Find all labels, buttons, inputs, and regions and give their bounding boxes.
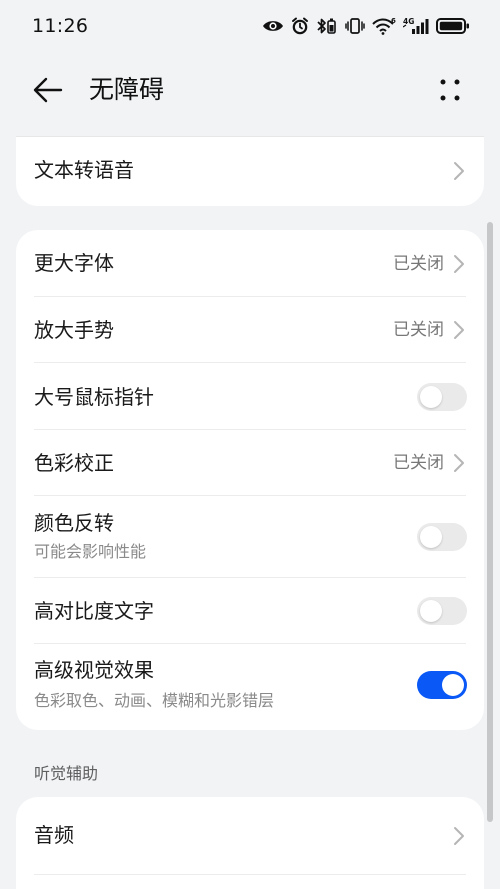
status-icons: 6 4G [262,17,470,35]
chevron-right-icon [454,827,464,845]
toggle-knob [420,600,442,622]
divider [34,874,466,875]
item-label: 更大字体 [34,251,114,275]
alarm-icon [291,17,309,35]
settings-item-high-contrast-text: 高对比度文字 [16,578,484,644]
item-subtitle: 色彩取色、动画、模糊和光影错层 [34,691,275,710]
item-label: 颜色反转 [34,511,114,535]
item-label: 放大手势 [34,318,114,342]
settings-card-tts: 文本转语音 [16,136,484,206]
item-label: 大号鼠标指针 [34,385,154,409]
cellular-signal-icon: 4G [403,17,429,35]
wifi-icon: 6 [372,17,396,35]
scrollbar[interactable] [487,222,493,822]
accessibility-settings-page: 11:26 6 4G 无障碍 文本转语音 更大字体 已关闭 放大手势 已关闭 大… [0,0,500,889]
item-label: 音频 [34,823,74,847]
bluetooth-icon [316,17,338,35]
chevron-right-icon [454,162,464,180]
settings-card-hearing: 音频 [16,797,484,889]
signal-badge: 4G [403,17,414,26]
advanced-visual-effects-toggle[interactable] [417,671,467,699]
settings-item-large-mouse-pointer: 大号鼠标指针 [16,363,484,430]
status-bar: 11:26 6 4G [0,0,500,52]
item-value: 已关闭 [393,320,444,340]
app-bar: 无障碍 [0,58,500,122]
item-subtitle: 可能会影响性能 [34,542,147,561]
eye-comfort-icon [262,18,284,34]
wifi-badge: 6 [391,17,396,25]
item-label: 文本转语音 [34,158,134,182]
back-button[interactable] [26,72,70,108]
item-label: 高对比度文字 [34,599,154,623]
section-header-hearing: 听觉辅助 [34,764,99,783]
high-contrast-text-toggle[interactable] [417,597,467,625]
settings-item-text-to-speech[interactable]: 文本转语音 [16,136,484,206]
item-label: 色彩校正 [34,451,114,475]
page-title: 无障碍 [89,75,165,104]
large-mouse-pointer-toggle[interactable] [417,383,467,411]
item-value: 已关闭 [393,453,444,473]
battery-icon [436,17,470,35]
item-value: 已关闭 [393,254,444,274]
status-time: 11:26 [32,15,89,37]
settings-item-audio[interactable]: 音频 [16,797,484,875]
settings-card-vision: 更大字体 已关闭 放大手势 已关闭 大号鼠标指针 色彩校正 已关闭 颜色反转 可… [16,230,484,730]
chevron-right-icon [454,454,464,472]
settings-item-advanced-visual-effects: 高级视觉效果 色彩取色、动画、模糊和光影错层 [16,644,484,730]
chevron-right-icon [454,255,464,273]
settings-item-larger-font[interactable]: 更大字体 已关闭 [16,230,484,297]
settings-item-color-inversion: 颜色反转 可能会影响性能 [16,496,484,578]
toggle-knob [442,674,464,696]
vibrate-icon [345,17,365,35]
more-options-button[interactable] [428,72,472,108]
item-label: 高级视觉效果 [34,658,154,682]
back-arrow-icon [33,77,63,103]
color-inversion-toggle[interactable] [417,523,467,551]
toggle-knob [420,386,442,408]
settings-item-color-correction[interactable]: 色彩校正 已关闭 [16,430,484,496]
settings-item-magnification-gesture[interactable]: 放大手势 已关闭 [16,297,484,363]
more-dots-icon [440,79,460,101]
chevron-right-icon [454,321,464,339]
toggle-knob [420,526,442,548]
